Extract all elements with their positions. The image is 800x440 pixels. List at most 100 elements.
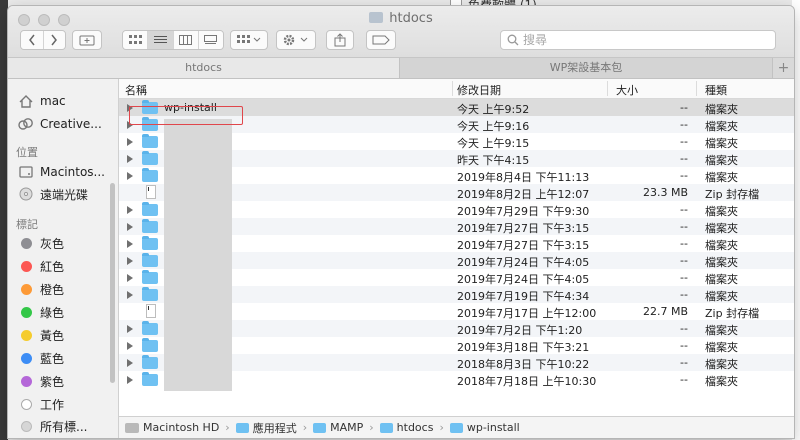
action-button[interactable]	[276, 30, 316, 50]
disclosure-triangle-icon[interactable]	[127, 342, 133, 350]
sidebar-item-creative[interactable]: Creative...	[18, 114, 102, 134]
file-kind: 檔案夾	[705, 273, 738, 286]
forward-button[interactable]	[43, 31, 65, 49]
file-size: --	[680, 118, 688, 131]
path-crumb[interactable]: 應用程式	[235, 420, 297, 436]
tab-wp-package[interactable]: WP架設基本包	[400, 58, 772, 78]
disclosure-triangle-icon[interactable]	[127, 155, 133, 163]
columns-icon	[179, 35, 193, 45]
new-tab-button[interactable]: +	[772, 58, 794, 78]
path-crumb-label: htdocs	[396, 421, 434, 434]
file-kind: 檔案夾	[705, 222, 738, 235]
disclosure-triangle-icon[interactable]	[127, 172, 133, 180]
disclosure-triangle-icon[interactable]	[127, 240, 133, 248]
edit-tags-button[interactable]	[366, 30, 396, 50]
sidebar-item-remote-disc[interactable]: 遠端光碟	[18, 184, 88, 204]
gallery-view-button[interactable]	[198, 31, 223, 49]
disclosure-triangle-icon[interactable]	[127, 291, 133, 299]
disclosure-triangle-icon[interactable]	[127, 376, 133, 384]
disclosure-triangle-icon[interactable]	[127, 223, 133, 231]
sidebar-tag-purple[interactable]: 紫色	[18, 371, 64, 391]
file-date: 2018年7月18日 上午10:30	[457, 375, 597, 388]
sidebar-tag-orange[interactable]: 橙色	[18, 279, 64, 299]
column-date-header[interactable]: 修改日期	[457, 82, 501, 98]
folder-icon	[142, 270, 158, 284]
file-kind: 檔案夾	[705, 137, 738, 150]
sidebar-tag-green[interactable]: 綠色	[18, 302, 64, 322]
file-kind: 檔案夾	[705, 205, 738, 218]
path-crumb-label: MAMP	[330, 421, 364, 434]
icon-view-button[interactable]	[123, 31, 149, 49]
group-by-button[interactable]	[230, 30, 268, 50]
disclosure-triangle-icon[interactable]	[127, 206, 133, 214]
chevron-left-icon	[28, 34, 35, 46]
disc-icon	[18, 186, 34, 202]
file-date: 2019年7月29日 下午9:30	[457, 205, 590, 218]
back-button[interactable]	[21, 31, 44, 49]
file-date: 2019年7月24日 下午4:05	[457, 256, 590, 269]
creative-cloud-icon	[18, 116, 34, 132]
file-size: --	[680, 322, 688, 335]
sidebar-tag-label: 灰色	[40, 236, 65, 251]
chevron-right-icon	[51, 34, 58, 46]
file-kind: 檔案夾	[705, 341, 738, 354]
sidebar-tag-work[interactable]: 工作	[18, 394, 64, 414]
file-date: 今天 上午9:52	[457, 103, 530, 116]
sidebar-section-tags: 標記	[16, 218, 38, 231]
sidebar-tag-gray[interactable]: 灰色	[18, 233, 64, 253]
new-folder-button[interactable]	[72, 30, 102, 50]
file-size: --	[680, 237, 688, 250]
column-kind-header[interactable]: 種類	[705, 82, 727, 98]
sidebar-tag-red[interactable]: 紅色	[18, 256, 64, 276]
magnifier-icon	[507, 34, 519, 46]
column-name-header[interactable]: 名稱	[125, 82, 147, 98]
sidebar-scrollbar[interactable]	[110, 183, 115, 383]
path-crumb[interactable]: Macintosh HD	[125, 421, 219, 434]
path-crumb[interactable]: MAMP	[313, 421, 363, 434]
folder-icon	[142, 372, 158, 386]
file-kind: 檔案夾	[705, 103, 738, 116]
column-divider	[696, 81, 697, 96]
file-kind: 檔案夾	[705, 120, 738, 133]
sidebar-item-macintosh[interactable]: Macintos...	[18, 162, 105, 182]
path-crumb[interactable]: htdocs	[379, 421, 434, 434]
work-tag-dot-icon	[20, 398, 32, 410]
disclosure-triangle-icon[interactable]	[127, 257, 133, 265]
disclosure-triangle-icon[interactable]	[127, 325, 133, 333]
disclosure-triangle-icon[interactable]	[127, 274, 133, 282]
folder-icon	[142, 134, 158, 148]
group-icon	[237, 35, 261, 43]
file-size: --	[680, 101, 688, 114]
column-view-button[interactable]	[173, 31, 199, 49]
sidebar-item-mac[interactable]: mac	[18, 91, 66, 111]
disclosure-triangle-icon[interactable]	[127, 359, 133, 367]
folder-icon	[369, 12, 384, 23]
disclosure-triangle-icon[interactable]	[127, 138, 133, 146]
sidebar-tag-blue[interactable]: 藍色	[18, 348, 64, 368]
list-view-button[interactable]	[148, 31, 174, 49]
search-field[interactable]	[500, 30, 776, 50]
sidebar-tag-yellow[interactable]: 黃色	[18, 325, 64, 345]
file-size: --	[680, 169, 688, 182]
sidebar-tag-label: 綠色	[40, 305, 65, 320]
file-date: 2019年8月4日 下午11:13	[457, 171, 590, 184]
redacted-names	[164, 119, 232, 391]
path-crumb[interactable]: wp-install	[449, 421, 520, 434]
red-tag-dot-icon	[20, 260, 32, 272]
sidebar-tag-label: 橙色	[40, 282, 65, 297]
search-input[interactable]	[519, 33, 763, 47]
zip-file-icon	[146, 304, 156, 318]
all-tags-icon	[20, 420, 32, 432]
sidebar-tag-all[interactable]: 所有標...	[18, 416, 87, 436]
file-size: --	[680, 356, 688, 369]
file-date: 2019年7月27日 下午3:15	[457, 239, 590, 252]
tab-htdocs[interactable]: htdocs	[8, 58, 400, 78]
share-button[interactable]	[326, 30, 354, 50]
column-size-header[interactable]: 大小	[616, 82, 638, 98]
path-crumb-label: 應用程式	[252, 421, 297, 435]
file-kind: 檔案夾	[705, 324, 738, 337]
path-separator-icon: ›	[225, 421, 230, 434]
folder-icon	[313, 422, 327, 433]
file-date: 2018年8月3日 下午10:22	[457, 358, 590, 371]
file-kind: 檔案夾	[705, 375, 738, 388]
